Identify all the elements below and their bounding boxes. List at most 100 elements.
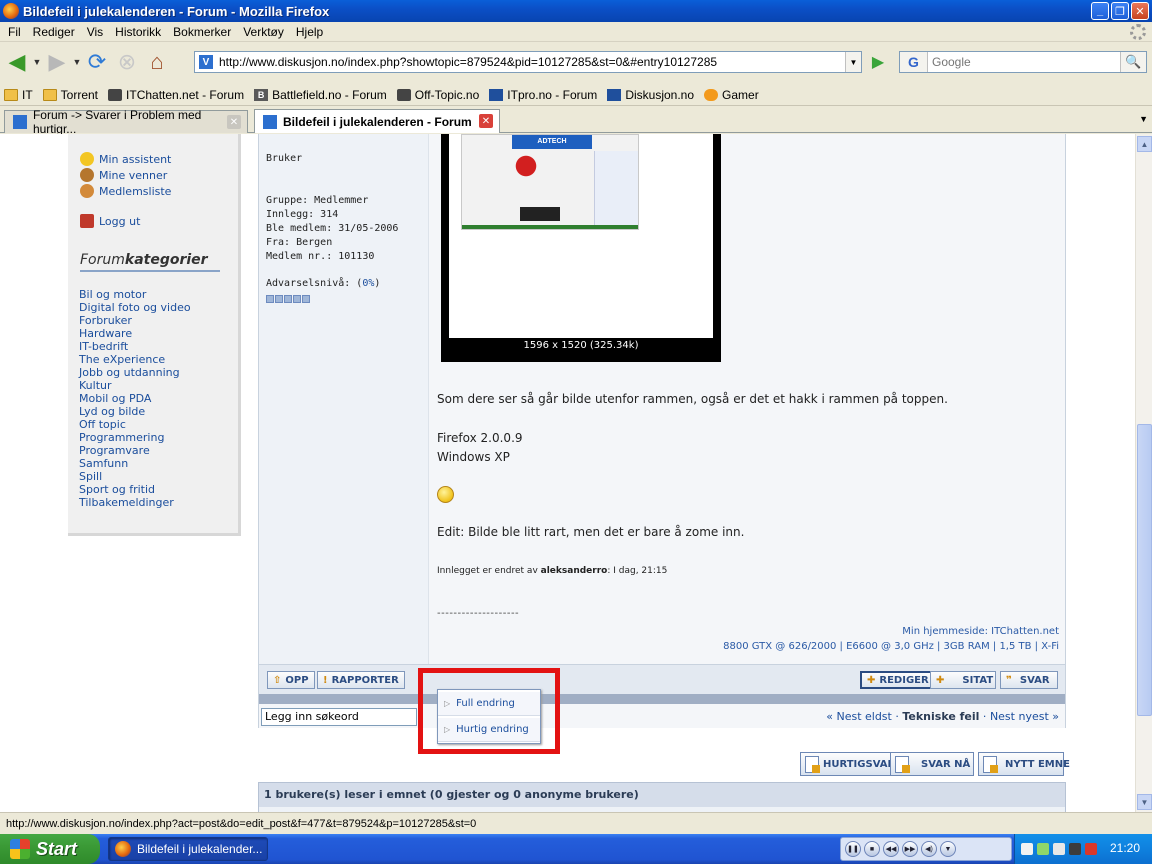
category-link[interactable]: Samfunn xyxy=(79,457,191,470)
reload-icon[interactable]: ⟳ xyxy=(82,47,112,77)
attached-image[interactable]: ADTECH 1596 x 1520 (325.34k) xyxy=(441,134,721,362)
forum-name-link[interactable]: Tekniske feil xyxy=(902,710,979,723)
next-topic-link[interactable]: Nest nyest » xyxy=(990,710,1059,723)
bookmark-offtopic[interactable]: Off-Topic.no xyxy=(396,88,479,102)
tray-alert-icon[interactable] xyxy=(1085,843,1097,855)
hurtigsvar-button[interactable]: HURTIGSVAR xyxy=(800,752,901,776)
category-link[interactable]: Sport og fritid xyxy=(79,483,191,496)
bookmark-diskusjon[interactable]: Diskusjon.no xyxy=(607,88,694,102)
category-link[interactable]: Off topic xyxy=(79,418,191,431)
menu-fil[interactable]: Fil xyxy=(2,25,27,39)
media-stop-icon[interactable]: ■ xyxy=(864,841,880,857)
url-bar[interactable]: V http://www.diskusjon.no/index.php?show… xyxy=(194,51,862,73)
scroll-up-icon[interactable]: ▲ xyxy=(1137,136,1152,152)
category-link[interactable]: The eXperience xyxy=(79,353,191,366)
category-link[interactable]: Lyd og bilde xyxy=(79,405,191,418)
category-link[interactable]: Spill xyxy=(79,470,191,483)
sidebar-item-mine-venner[interactable]: Mine venner xyxy=(80,168,167,182)
nytt-emne-button[interactable]: NYTT EMNE xyxy=(978,752,1070,776)
bookmark-torrent[interactable]: Torrent xyxy=(42,88,98,102)
user-group: Gruppe: Medlemmer xyxy=(266,195,369,206)
category-link[interactable]: Kultur xyxy=(79,379,191,392)
bookmark-itchatten[interactable]: ITChatten.net - Forum xyxy=(108,88,244,102)
menu-verktoy[interactable]: Verktøy xyxy=(237,25,290,39)
maximize-icon[interactable]: ❐ xyxy=(1111,2,1129,20)
menu-vis[interactable]: Vis xyxy=(81,25,109,39)
back-arrow-icon[interactable]: ◀ xyxy=(2,47,32,77)
rapporter-button[interactable]: ! RAPPORTER xyxy=(317,671,405,689)
svar-button[interactable]: ❞ SVAR xyxy=(1000,671,1058,689)
scroll-down-icon[interactable]: ▼ xyxy=(1137,794,1152,810)
category-link[interactable]: Tilbakemeldinger xyxy=(79,496,191,509)
tray-app-icon[interactable] xyxy=(1037,843,1049,855)
forward-history-dropdown-icon[interactable]: ▼ xyxy=(72,47,82,77)
category-link[interactable]: Bil og motor xyxy=(79,288,191,301)
tray-volume-icon[interactable] xyxy=(1053,843,1065,855)
category-link[interactable]: Programvare xyxy=(79,444,191,457)
go-arrow-icon[interactable]: ▶ xyxy=(866,51,890,73)
signature-home-link[interactable]: ITChatten.net xyxy=(991,626,1059,637)
media-menu-icon[interactable]: ▼ xyxy=(940,841,956,857)
prev-topic-link[interactable]: « Nest eldst xyxy=(826,710,892,723)
url-text[interactable]: http://www.diskusjon.no/index.php?showto… xyxy=(219,55,717,69)
tab-svarer[interactable]: Forum -> Svarer i Problem med hurtigr...… xyxy=(4,108,248,136)
url-dropdown-icon[interactable]: ▼ xyxy=(845,52,861,72)
rediger-button[interactable]: ✚ REDIGER xyxy=(860,671,936,689)
sidebar-item-logg-ut[interactable]: Logg ut xyxy=(80,214,140,228)
google-engine-icon[interactable]: G xyxy=(900,52,928,72)
taskbar-item-firefox[interactable]: Bildefeil i julekalender... xyxy=(108,837,268,861)
bookmark-itpro[interactable]: ITpro.no - Forum xyxy=(489,88,597,102)
bookmark-battlefield[interactable]: B Battlefield.no - Forum xyxy=(254,88,387,102)
sitat-button[interactable]: ✚ SITAT xyxy=(930,671,996,689)
tab-close-icon[interactable]: ✕ xyxy=(479,114,493,128)
search-icon[interactable]: 🔍 xyxy=(1120,52,1146,72)
category-link[interactable]: Mobil og PDA xyxy=(79,392,191,405)
status-bar: http://www.diskusjon.no/index.php?act=po… xyxy=(0,812,1152,834)
menu-item-full-endring[interactable]: ▷ Full endring xyxy=(438,692,540,716)
back-history-dropdown-icon[interactable]: ▼ xyxy=(32,47,42,77)
up-arrow-icon: ⇧ xyxy=(273,674,282,686)
tray-network-icon[interactable] xyxy=(1021,843,1033,855)
topic-navigation: Legg inn søkeord « Nest eldst · Tekniske… xyxy=(259,694,1065,728)
media-volume-icon[interactable]: ◀) xyxy=(921,841,937,857)
category-link[interactable]: IT-bedrift xyxy=(79,340,191,353)
search-input[interactable] xyxy=(928,55,1114,69)
close-icon[interactable]: ✕ xyxy=(1131,2,1149,20)
category-link[interactable]: Programmering xyxy=(79,431,191,444)
start-button[interactable]: Start xyxy=(0,834,100,864)
tab-close-icon[interactable]: ✕ xyxy=(227,115,241,129)
post-text-line: Windows XP xyxy=(437,450,510,464)
sidebar-item-min-assistent[interactable]: Min assistent xyxy=(80,152,171,166)
triangle-right-icon: ▷ xyxy=(444,699,451,708)
media-prev-icon[interactable]: ◀◀ xyxy=(883,841,899,857)
media-next-icon[interactable]: ▶▶ xyxy=(902,841,918,857)
active-readers-panel: 1 brukere(s) leser i emnet (0 gjester og… xyxy=(258,782,1066,812)
menu-hjelp[interactable]: Hjelp xyxy=(290,25,329,39)
category-link[interactable]: Digital foto og video xyxy=(79,301,191,314)
sidebar-item-medlemsliste[interactable]: Medlemsliste xyxy=(80,184,171,198)
stop-icon[interactable]: ⊗ xyxy=(112,47,142,77)
category-link[interactable]: Hardware xyxy=(79,327,191,340)
menu-rediger[interactable]: Rediger xyxy=(27,25,81,39)
media-pause-icon[interactable]: ❚❚ xyxy=(845,841,861,857)
category-link[interactable]: Jobb og utdanning xyxy=(79,366,191,379)
menu-item-hurtig-endring[interactable]: ▷ Hurtig endring xyxy=(438,718,540,742)
svar-naa-button[interactable]: SVAR NÅ xyxy=(890,752,974,776)
bookmark-it[interactable]: IT xyxy=(4,88,33,102)
menu-bokmerker[interactable]: Bokmerker xyxy=(167,25,237,39)
menu-historikk[interactable]: Historikk xyxy=(109,25,167,39)
home-icon[interactable]: ⌂ xyxy=(142,47,172,77)
scrollbar-thumb[interactable] xyxy=(1137,424,1152,716)
topic-search-input[interactable]: Legg inn søkeord xyxy=(261,708,417,726)
opp-button[interactable]: ⇧ OPP xyxy=(267,671,315,689)
warn-level-link[interactable]: 0% xyxy=(362,278,374,289)
tab-list-dropdown-icon[interactable]: ▼ xyxy=(1139,114,1148,124)
tray-app-icon[interactable] xyxy=(1069,843,1081,855)
minimize-icon[interactable]: _ xyxy=(1091,2,1109,20)
forward-arrow-icon[interactable]: ▶ xyxy=(42,47,72,77)
category-link[interactable]: Forbruker xyxy=(79,314,191,327)
search-bar[interactable]: G 🔍 xyxy=(899,51,1147,73)
bookmark-gamer[interactable]: Gamer xyxy=(704,88,759,102)
tab-bildefeil[interactable]: Bildefeil i julekalenderen - Forum ✕ xyxy=(254,109,500,133)
vertical-scrollbar[interactable]: ▲ ▼ xyxy=(1135,134,1152,812)
